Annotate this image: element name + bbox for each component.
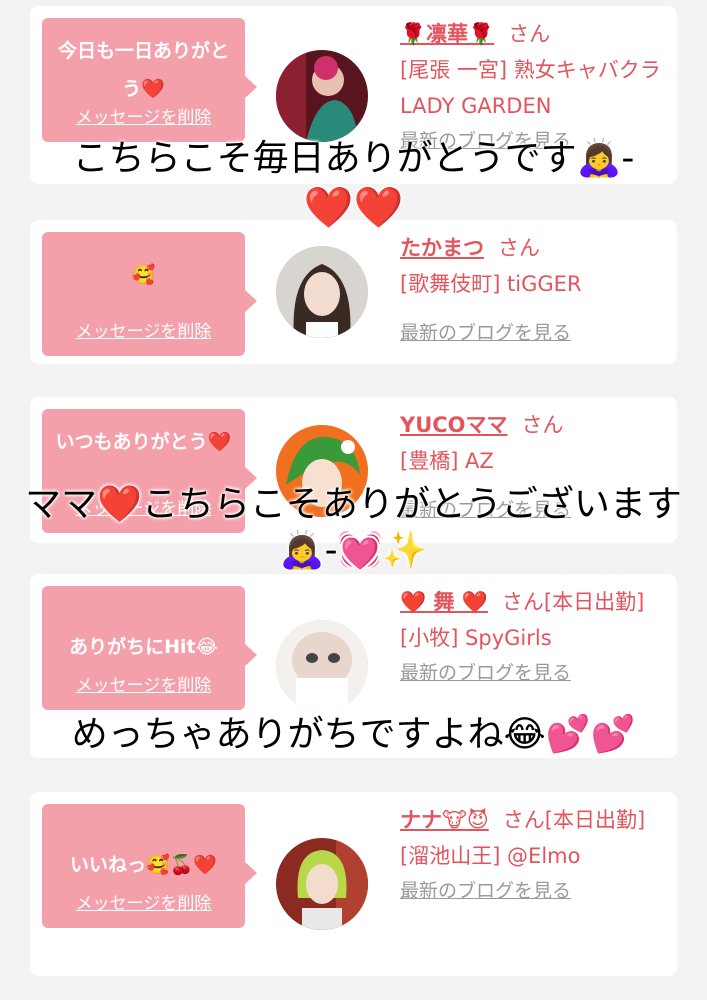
honorific: さん[本日出勤] — [501, 590, 645, 614]
profile-info: ナナ🐮😈 さん[本日出勤] [溜池山王] @Elmo 最新のブログを見る — [400, 802, 668, 908]
profile-name[interactable]: YUCOママ — [400, 413, 508, 437]
caption-overlay-1-hearts: ❤️❤️ — [303, 185, 404, 231]
honorific: さん — [508, 22, 551, 46]
message-text: 今日も一日ありがとう❤️ — [57, 40, 229, 100]
honorific: さん[本日出勤] — [502, 808, 646, 832]
caption-overlay-3: めっちゃありがちですよね😂💕💕 — [71, 714, 636, 755]
profile-name[interactable]: 🌹凛華🌹 — [400, 22, 494, 46]
avatar[interactable] — [276, 620, 368, 712]
message-text: ありがちにHit😂 — [69, 636, 218, 658]
shop-info: [豊橋] AZ — [400, 449, 494, 473]
message-bubble: 今日も一日ありがとう❤️ メッセージを削除 — [42, 18, 257, 142]
shop-info: [小牧] SpyGirls — [400, 626, 552, 650]
delete-message-link[interactable]: メッセージを削除 — [42, 317, 245, 342]
profile-info: たかまつ さん [歌舞伎町] tiGGER 最新のブログを見る — [400, 230, 668, 350]
caption-overlay-2: ママ❤️こちらこそありがとうございます🙇‍♀️-💓✨ — [25, 484, 682, 571]
message-bubble: ありがちにHit😂 メッセージを削除 — [42, 586, 257, 710]
latest-blog-link[interactable]: 最新のブログを見る — [400, 316, 571, 350]
avatar[interactable] — [276, 50, 368, 142]
profile-name[interactable]: ナナ🐮😈 — [400, 808, 489, 832]
delete-message-link[interactable]: メッセージを削除 — [42, 103, 245, 128]
latest-blog-link[interactable]: 最新のブログを見る — [400, 874, 571, 908]
profile-info: 🌹凛華🌹 さん [尾張 一宮] 熟女キャバクラ LADY GARDEN 最新のブロ… — [400, 16, 668, 158]
shop-info: [尾張 一宮] 熟女キャバクラ LADY GARDEN — [400, 58, 661, 118]
shop-info: [歌舞伎町] tiGGER — [400, 272, 582, 296]
message-card: 🥰 メッセージを削除 たかまつ さん [歌舞伎町] tiGGER 最新のブログを見… — [30, 220, 677, 364]
message-card: いいねっ🥰🍒❤️ メッセージを削除 ナナ🐮😈 さん[本日出勤] [溜池山王] @E… — [30, 792, 677, 976]
honorific: さん — [521, 413, 564, 437]
profile-name[interactable]: ❤️ 舞 ❤️ — [400, 590, 488, 614]
message-bubble: 🥰 メッセージを削除 — [42, 232, 257, 356]
honorific: さん — [498, 236, 540, 260]
message-bubble: いいねっ🥰🍒❤️ メッセージを削除 — [42, 804, 257, 928]
message-text: いいねっ🥰🍒❤️ — [70, 854, 217, 876]
avatar[interactable] — [276, 246, 368, 338]
avatar[interactable] — [276, 838, 368, 930]
delete-message-link[interactable]: メッセージを削除 — [42, 889, 245, 914]
message-text: いつもありがとう❤️ — [55, 431, 232, 453]
message-text: 🥰 — [131, 264, 156, 286]
profile-name[interactable]: たかまつ — [400, 236, 484, 260]
shop-info: [溜池山王] @Elmo — [400, 844, 581, 868]
caption-overlay-1: こちらこそ毎日ありがとうです🙇‍♀️- — [72, 138, 635, 179]
latest-blog-link[interactable]: 最新のブログを見る — [400, 656, 571, 690]
profile-info: ❤️ 舞 ❤️ さん[本日出勤] [小牧] SpyGirls 最新のブログを見る — [400, 584, 668, 690]
delete-message-link[interactable]: メッセージを削除 — [42, 671, 245, 696]
